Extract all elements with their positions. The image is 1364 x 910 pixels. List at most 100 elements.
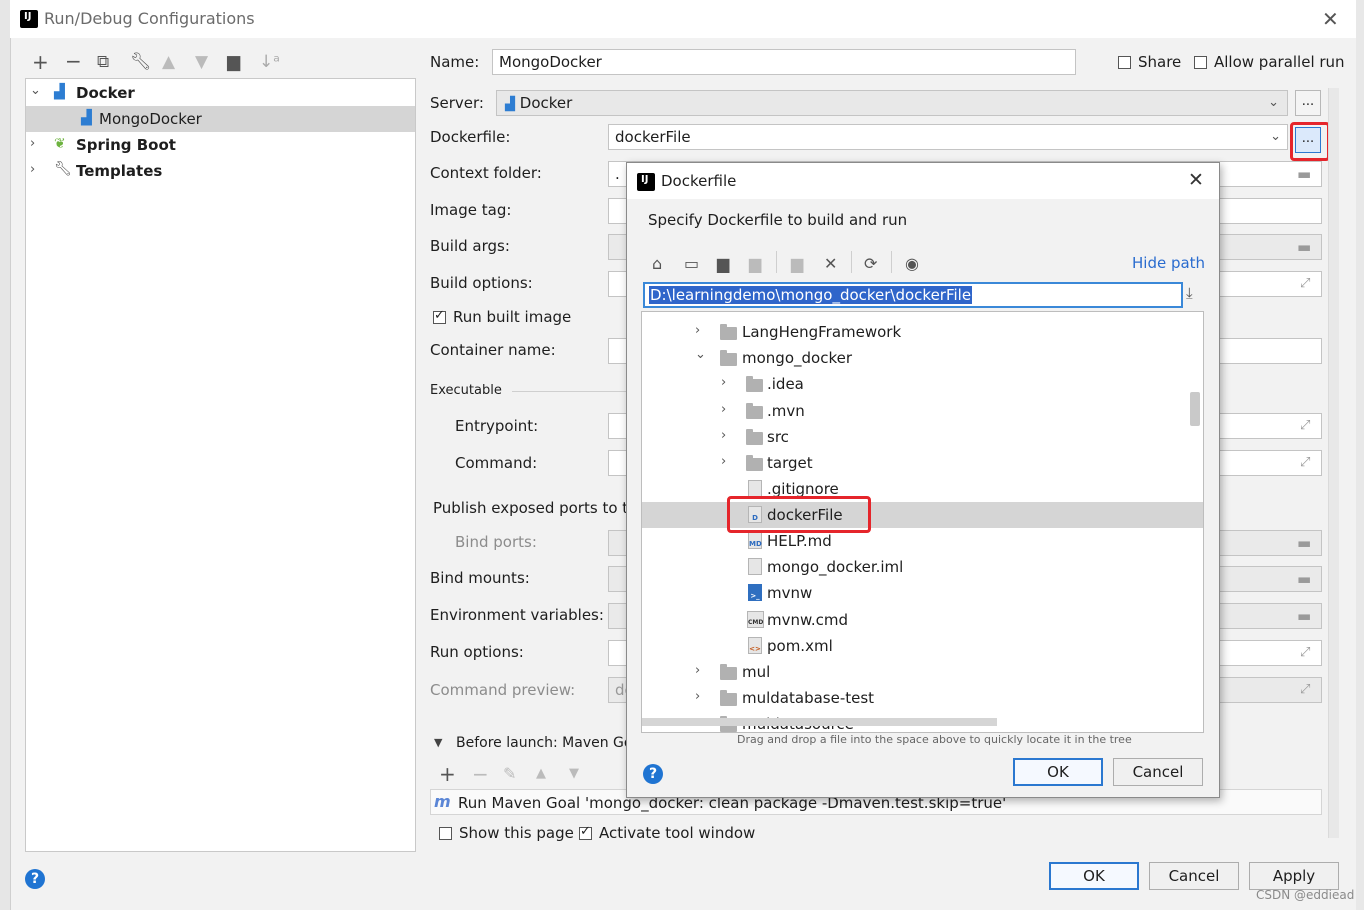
chevron-right-icon[interactable]: › (695, 323, 700, 338)
plus-icon[interactable]: + (32, 50, 49, 74)
copy-icon[interactable]: ⧉ (97, 52, 109, 72)
separator (512, 391, 626, 392)
dialog-ok-button[interactable]: OK (1013, 758, 1103, 786)
tree-item-docker[interactable]: ⌄ ▟ Docker (26, 80, 415, 106)
project-folder-icon[interactable]: ▆ (717, 254, 729, 273)
arrow-up-icon[interactable]: ▲ (162, 52, 175, 72)
folder-add-icon[interactable]: ▆ (227, 52, 240, 72)
expand-icon[interactable]: ⤢ (1300, 276, 1310, 291)
sort-icon[interactable]: ↓ᵃ (259, 52, 280, 72)
tree-row-mongo-docker[interactable]: ⌄ mongo_docker (642, 345, 1203, 371)
tree-item-templates[interactable]: › 🔧︎ Templates (26, 158, 415, 184)
tree-row-help-md[interactable]: MD HELP.md (642, 528, 1203, 554)
arrow-down-icon[interactable]: ▼ (569, 766, 579, 781)
dockerfile-select[interactable]: dockerFile ⌄ (608, 124, 1288, 150)
tree-row-label: muldatabase-test (742, 689, 875, 707)
folder-icon[interactable]: ▬ (1297, 238, 1311, 256)
wrench-icon: 🔧︎ (54, 161, 72, 177)
delete-icon[interactable]: ✕ (824, 254, 837, 273)
tree-row-iml[interactable]: mongo_docker.iml (642, 554, 1203, 580)
share-checkbox[interactable] (1118, 56, 1131, 69)
server-more-button[interactable]: ... (1295, 90, 1321, 116)
minus-icon[interactable]: − (472, 762, 489, 786)
chevron-right-icon[interactable]: › (30, 162, 35, 177)
chevron-right-icon[interactable]: › (721, 454, 726, 469)
expand-icon[interactable]: ⤢ (1300, 645, 1310, 660)
chevron-down-icon[interactable]: ⌄ (695, 347, 706, 362)
expand-icon[interactable]: ⤢ (1300, 455, 1310, 470)
help-icon[interactable]: ? (643, 764, 663, 784)
tree-row-idea[interactable]: › .idea (642, 371, 1203, 397)
close-icon[interactable]: ✕ (1188, 169, 1204, 191)
expand-icon[interactable]: ⤢ (1300, 418, 1310, 433)
run-built-image-checkbox[interactable] (433, 308, 446, 324)
chevron-right-icon[interactable]: › (721, 428, 726, 443)
tree-row-target[interactable]: › target (642, 450, 1203, 476)
cancel-button[interactable]: Cancel (1149, 862, 1239, 890)
chevron-right-icon[interactable]: › (721, 402, 726, 417)
tree-item-spring-boot[interactable]: › ❦ Spring Boot (26, 132, 415, 158)
hide-path-link[interactable]: Hide path (1132, 254, 1205, 272)
edit-icon[interactable]: ✎ (503, 764, 516, 783)
plus-icon[interactable]: + (439, 762, 456, 786)
show-page-checkbox[interactable] (439, 827, 452, 840)
dialog-cancel-button[interactable]: Cancel (1113, 758, 1203, 786)
command-preview-label: Command preview: (430, 681, 576, 699)
wrench-icon[interactable]: 🔧︎ (130, 52, 152, 72)
highlight-box (1290, 122, 1330, 161)
arrow-up-icon[interactable]: ▲ (536, 766, 546, 781)
tree-row-label: target (767, 454, 813, 472)
tree-row-mvnw-cmd[interactable]: CMD mvnw.cmd (642, 607, 1203, 633)
folder-icon[interactable]: ▬ (1297, 607, 1311, 625)
tree-horizontal-scrollbar[interactable] (642, 718, 997, 726)
tree-row-mul[interactable]: › mul (642, 659, 1203, 685)
close-icon[interactable]: ✕ (1322, 7, 1339, 31)
allow-parallel-checkbox[interactable] (1194, 56, 1207, 69)
tree-row-mvnw[interactable]: >_ mvnw (642, 580, 1203, 606)
tree-scrollbar-thumb[interactable] (1190, 392, 1200, 426)
chevron-right-icon[interactable]: › (30, 136, 35, 151)
name-input[interactable]: MongoDocker (492, 49, 1076, 75)
folder-icon[interactable]: ▬ (1297, 165, 1311, 183)
dockerfile-value: dockerFile (615, 128, 691, 146)
path-input[interactable]: D:\learningdemo\mongo_docker\dockerFile (643, 282, 1183, 308)
tree-row-src[interactable]: › src (642, 424, 1203, 450)
docker-icon: ▟ (81, 110, 92, 126)
new-folder-icon[interactable]: ▆ (791, 254, 803, 273)
tree-row-pom-xml[interactable]: <> pom.xml (642, 633, 1203, 659)
entrypoint-label: Entrypoint: (455, 417, 539, 435)
tree-row-muldatabase-test[interactable]: › muldatabase-test (642, 685, 1203, 711)
activate-tool-checkbox[interactable] (579, 824, 592, 840)
tree-item-mongodocker[interactable]: ▟ MongoDocker (26, 106, 415, 132)
refresh-icon[interactable]: ⟳ (864, 254, 877, 273)
file-tree[interactable]: › LangHengFramework ⌄ mongo_docker › .id… (641, 311, 1204, 733)
expand-icon[interactable]: ⤢ (1300, 682, 1310, 697)
tree-row-label: src (767, 428, 789, 446)
ok-button[interactable]: OK (1049, 862, 1139, 890)
tree-row-langhengframework[interactable]: › LangHengFramework (642, 319, 1203, 345)
collapse-triangle-icon[interactable]: ▼ (434, 736, 442, 749)
arrow-down-icon[interactable]: ▼ (195, 52, 208, 72)
folder-icon[interactable]: ▬ (1297, 534, 1311, 552)
minus-icon[interactable]: − (65, 49, 82, 73)
help-icon[interactable]: ? (25, 869, 45, 889)
tree-row-mvn[interactable]: › .mvn (642, 398, 1203, 424)
server-select[interactable]: ▟ Docker ⌄ (496, 90, 1288, 116)
context-folder-label: Context folder: (430, 164, 542, 182)
chevron-right-icon[interactable]: › (695, 689, 700, 704)
apply-button[interactable]: Apply (1249, 862, 1339, 890)
download-icon[interactable]: ⤓ (1186, 284, 1193, 302)
desktop-icon[interactable]: ▭ (684, 254, 699, 273)
show-hidden-icon[interactable]: ◉ (905, 254, 919, 273)
chevron-down-icon[interactable]: ⌄ (30, 83, 41, 98)
module-folder-icon[interactable]: ▆ (749, 254, 761, 273)
bind-mounts-label: Bind mounts: (430, 569, 530, 587)
share-label: Share (1138, 53, 1182, 71)
folder-icon[interactable]: ▬ (1297, 570, 1311, 588)
form-scrollbar[interactable] (1328, 88, 1339, 838)
image-tag-label: Image tag: (430, 201, 512, 219)
chevron-right-icon[interactable]: › (721, 375, 726, 390)
home-icon[interactable]: ⌂ (652, 254, 662, 273)
chevron-right-icon[interactable]: › (695, 663, 700, 678)
configuration-tree[interactable]: ⌄ ▟ Docker ▟ MongoDocker › ❦ Spring Boot… (25, 78, 416, 852)
